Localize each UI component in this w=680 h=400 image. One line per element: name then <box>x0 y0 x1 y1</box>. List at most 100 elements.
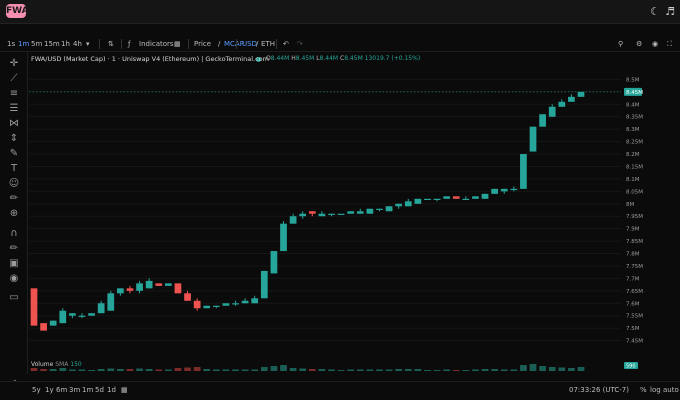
pattern-icon[interactable]: ⋈ <box>8 118 20 130</box>
range-6m[interactable]: 6m <box>56 386 67 394</box>
utc-clock[interactable]: 07:33:26 (UTC-7) <box>569 386 629 394</box>
candle-body <box>395 203 403 207</box>
settings-gear-icon[interactable]: ⚙ <box>636 36 642 52</box>
date-range-icon[interactable]: ▦ <box>121 386 128 394</box>
text-tool-icon[interactable]: T <box>8 163 20 175</box>
price-chart[interactable]: 8.5M 8.45M 8.4M 8.35M 8.3M 8.25M 8.2M 8.15M 8.1M… <box>29 53 652 373</box>
volume-legend: Volume SMA 150 <box>31 361 82 368</box>
zoom-icon[interactable]: ⚲ <box>618 36 623 52</box>
candle-body <box>558 101 566 107</box>
ruler-icon[interactable]: ✏ <box>8 193 20 205</box>
candle-body <box>232 303 239 305</box>
volume-bar <box>69 369 76 371</box>
range-1y[interactable]: 1y <box>45 386 54 394</box>
trash-icon[interactable]: ▭ <box>8 292 20 304</box>
volume-bar <box>548 367 556 371</box>
volume-bar <box>308 369 316 371</box>
percent-scale-toggle[interactable]: % <box>640 386 647 394</box>
toolbar-divider <box>236 39 237 49</box>
emoji-icon[interactable]: ☺ <box>8 178 20 190</box>
measure-icon[interactable]: ⇕ <box>8 133 20 145</box>
volume-bar <box>299 368 307 371</box>
volume-bar <box>241 369 249 371</box>
sound-toggle-icon[interactable]: ♬ <box>663 5 677 19</box>
range-3m[interactable]: 3m <box>69 386 80 394</box>
snapshot-camera-icon[interactable]: ◉ <box>652 36 658 52</box>
volume-bar <box>222 369 230 371</box>
theme-toggle-icon[interactable]: ☾ <box>648 5 662 19</box>
interval-1m[interactable]: 1m <box>18 36 29 52</box>
fib-lines-icon[interactable]: ☰ <box>8 103 20 115</box>
volume-bar <box>174 368 182 371</box>
candle-body <box>577 91 585 97</box>
layout-grid-icon[interactable]: ▦ <box>174 36 181 52</box>
interval-4h[interactable]: 4h <box>73 36 82 52</box>
candle-body <box>472 196 479 199</box>
price-toggle[interactable]: Price <box>194 36 211 52</box>
lock-icon[interactable]: ▣ <box>8 258 20 270</box>
candle-body <box>376 208 383 210</box>
volume-bar <box>424 370 431 371</box>
interval-15m[interactable]: 15m <box>44 36 60 52</box>
range-5d[interactable]: 5d <box>95 386 104 394</box>
candle-body <box>539 114 546 127</box>
candle-body <box>164 283 172 286</box>
zoom-in-icon[interactable]: ⊕ <box>8 208 20 220</box>
y-tick-label: 7.5M <box>626 326 640 332</box>
visibility-eye-icon[interactable]: ◉ <box>8 273 20 285</box>
brush-icon[interactable]: ✎ <box>8 148 20 160</box>
candle-body <box>59 310 67 324</box>
trend-line-icon[interactable]: ⟋ <box>8 73 20 85</box>
candle-body <box>510 188 518 191</box>
volume-bar <box>260 367 268 371</box>
drawing-toolbar: ✛ ⟋ ≡ ☰ ⋈ ⇕ ✎ T ☺ ✏ ⊕ ∩ ✏ ▣ ◉ ▭ ◈ <box>0 52 28 389</box>
interval-dropdown-icon[interactable]: ▾ <box>86 36 90 52</box>
y-tick-label: 8.4M <box>626 102 640 108</box>
y-tick-label: 7.65M <box>626 289 643 295</box>
fullscreen-icon[interactable]: ⛶ <box>667 36 672 52</box>
mcap-toggle[interactable]: MCAP <box>224 36 244 52</box>
volume-bar <box>510 369 518 371</box>
range-1m[interactable]: 1m <box>82 386 93 394</box>
volume-bar <box>577 367 585 371</box>
candle-body <box>500 188 508 192</box>
volume-bar <box>500 369 508 371</box>
volume-bar <box>385 369 393 371</box>
range-1d[interactable]: 1d <box>107 386 116 394</box>
volume-scale-label: 590 <box>626 364 636 370</box>
candle-body <box>193 300 201 309</box>
toggle-slash: / <box>256 40 259 48</box>
usd-toggle[interactable]: USD <box>242 36 257 52</box>
redo-icon[interactable]: ↷ <box>297 36 303 52</box>
interval-1h[interactable]: 1h <box>61 36 70 52</box>
horizontal-lines-icon[interactable]: ≡ <box>8 88 20 100</box>
draw-mode-icon[interactable]: ✏ <box>8 243 20 255</box>
y-tick-label: 8.1M <box>626 177 640 183</box>
candle-body <box>260 270 268 299</box>
candle-body <box>356 211 364 214</box>
interval-1s[interactable]: 1s <box>7 36 15 52</box>
candle-body <box>347 211 355 214</box>
candle-body <box>88 313 95 316</box>
candle-style-icon[interactable]: ⇅ <box>108 36 114 52</box>
candle-body <box>462 198 470 201</box>
volume-bar <box>318 369 326 371</box>
chart-toolbar: 1s 1m 5m 15m 1h 4h ▾ ⇅ ƒ Indicators ▦ Pr… <box>0 36 680 52</box>
volume-bar <box>558 367 566 371</box>
y-tick-label: 7.6M <box>626 301 640 307</box>
crosshair-icon[interactable]: ✛ <box>8 58 20 70</box>
volume-bar <box>481 369 489 371</box>
magnet-icon[interactable]: ∩ <box>8 228 20 240</box>
volume-bar <box>30 368 38 371</box>
candle-body <box>404 201 412 207</box>
auto-scale-toggle[interactable]: auto <box>663 386 679 394</box>
range-5y[interactable]: 5y <box>32 386 41 394</box>
eth-toggle[interactable]: ETH <box>261 36 275 52</box>
undo-icon[interactable]: ↶ <box>283 36 289 52</box>
app-logo[interactable]: FWA <box>6 4 29 18</box>
log-scale-toggle[interactable]: log <box>650 386 661 394</box>
indicators-icon[interactable]: ƒ <box>128 36 130 52</box>
candle-body <box>222 303 230 306</box>
indicators-button[interactable]: Indicators <box>139 36 174 52</box>
interval-5m[interactable]: 5m <box>31 36 42 52</box>
